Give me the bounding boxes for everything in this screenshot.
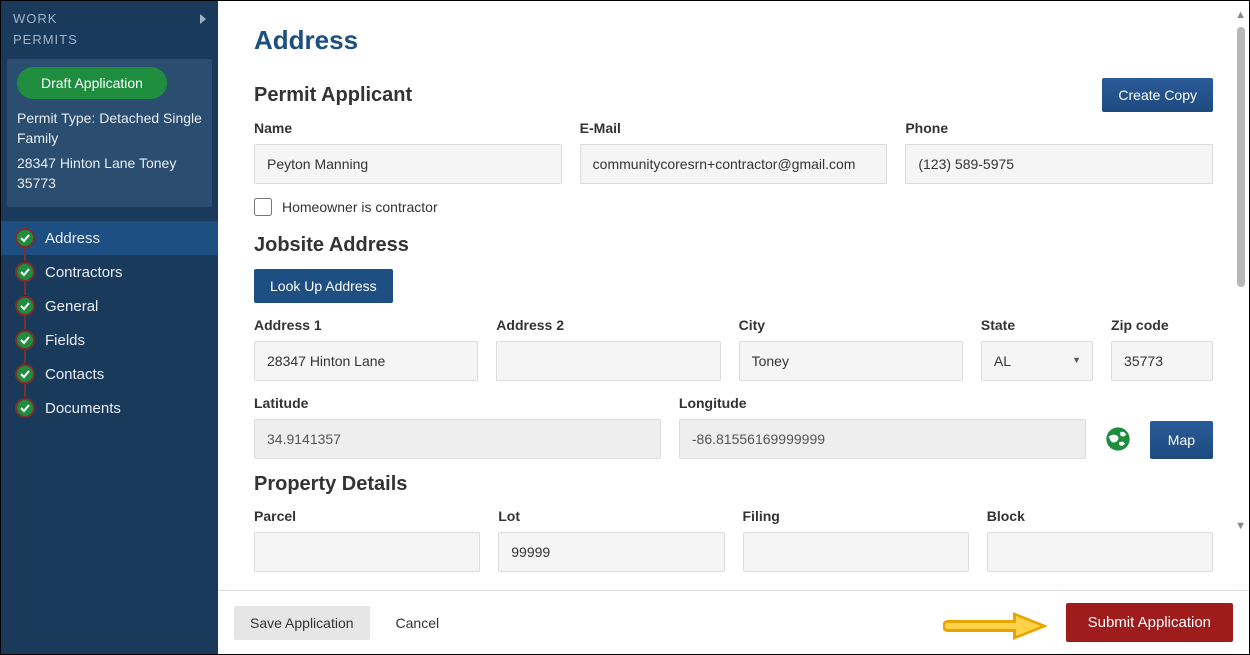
sidebar-work-label: WORK: [13, 11, 57, 26]
permit-type-text: Permit Type: Detached Single Family: [17, 109, 202, 148]
parcel-label: Parcel: [254, 508, 480, 524]
check-circle-icon: [15, 296, 35, 316]
cancel-button[interactable]: Cancel: [380, 606, 456, 640]
check-circle-icon: [15, 330, 35, 350]
permit-info-panel: Draft Application Permit Type: Detached …: [7, 59, 212, 207]
caret-right-icon[interactable]: [200, 14, 206, 24]
sidebar: WORK PERMITS Draft Application Permit Ty…: [1, 1, 218, 654]
check-circle-icon: [15, 364, 35, 384]
city-label: City: [739, 317, 963, 333]
email-label: E-Mail: [580, 120, 888, 136]
lon-label: Longitude: [679, 395, 1086, 411]
jobsite-heading: Jobsite Address: [254, 234, 1213, 257]
filing-label: Filing: [743, 508, 969, 524]
check-circle-icon: [15, 398, 35, 418]
step-label: Documents: [45, 400, 121, 417]
map-button[interactable]: Map: [1150, 421, 1213, 459]
step-address[interactable]: Address: [1, 221, 218, 255]
block-label: Block: [987, 508, 1213, 524]
phone-input[interactable]: [905, 144, 1213, 184]
homeowner-label: Homeowner is contractor: [282, 199, 438, 215]
block-input[interactable]: [987, 532, 1213, 572]
step-label: Fields: [45, 332, 85, 349]
check-circle-icon: [15, 262, 35, 282]
submit-application-button[interactable]: Submit Application: [1066, 603, 1233, 642]
homeowner-checkbox[interactable]: [254, 198, 272, 216]
zip-input[interactable]: [1111, 341, 1213, 381]
scroll-up-icon[interactable]: ▲: [1235, 9, 1246, 21]
step-documents[interactable]: Documents: [1, 391, 218, 425]
step-label: Contacts: [45, 366, 104, 383]
name-label: Name: [254, 120, 562, 136]
name-input[interactable]: [254, 144, 562, 184]
check-circle-icon: [15, 228, 35, 248]
step-label: Contractors: [45, 264, 123, 281]
create-copy-button[interactable]: Create Copy: [1102, 78, 1213, 112]
addr1-label: Address 1: [254, 317, 478, 333]
steps-nav: Address Contractors General Fields Conta…: [1, 221, 218, 425]
state-select[interactable]: AL: [981, 341, 1093, 381]
addr2-input[interactable]: [496, 341, 720, 381]
step-label: General: [45, 298, 98, 315]
step-contacts[interactable]: Contacts: [1, 357, 218, 391]
step-general[interactable]: General: [1, 289, 218, 323]
globe-icon[interactable]: [1104, 425, 1132, 453]
zip-label: Zip code: [1111, 317, 1213, 333]
email-input[interactable]: [580, 144, 888, 184]
step-fields[interactable]: Fields: [1, 323, 218, 357]
step-label: Address: [45, 230, 100, 247]
addr2-label: Address 2: [496, 317, 720, 333]
lot-label: Lot: [498, 508, 724, 524]
step-contractors[interactable]: Contractors: [1, 255, 218, 289]
sidebar-permits-label: PERMITS: [13, 32, 206, 47]
state-label: State: [981, 317, 1093, 333]
draft-application-badge: Draft Application: [17, 67, 167, 99]
addr1-input[interactable]: [254, 341, 478, 381]
lat-label: Latitude: [254, 395, 661, 411]
scrollbar-thumb[interactable]: [1237, 27, 1245, 287]
permit-address-text: 28347 Hinton Lane Toney 35773: [17, 154, 202, 193]
city-input[interactable]: [739, 341, 963, 381]
phone-label: Phone: [905, 120, 1213, 136]
filing-input[interactable]: [743, 532, 969, 572]
footer-bar: Save Application Cancel Submit Applicati…: [218, 590, 1249, 654]
scroll-down-icon[interactable]: ▼: [1235, 520, 1246, 532]
lookup-address-button[interactable]: Look Up Address: [254, 269, 393, 303]
property-heading: Property Details: [254, 473, 1213, 496]
lot-input[interactable]: [498, 532, 724, 572]
parcel-input[interactable]: [254, 532, 480, 572]
sidebar-header: WORK PERMITS: [1, 1, 218, 53]
main-content: ▲ Address Permit Applicant Create Copy N…: [218, 1, 1249, 654]
lon-input[interactable]: [679, 419, 1086, 459]
save-application-button[interactable]: Save Application: [234, 606, 370, 640]
lat-input[interactable]: [254, 419, 661, 459]
page-title: Address: [254, 25, 1213, 56]
permit-applicant-heading: Permit Applicant: [254, 84, 412, 107]
